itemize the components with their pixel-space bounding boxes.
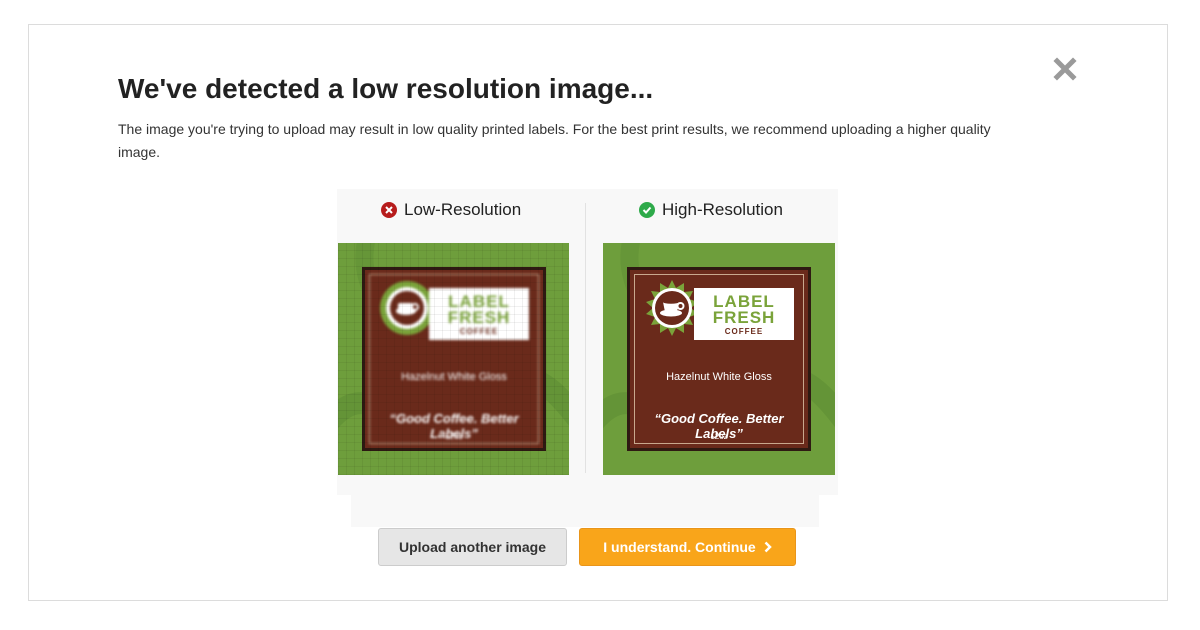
brand-logo-box: LABEL FRESH COFFEE xyxy=(429,288,529,340)
resolution-comparison: Low-Resolution High-Resolution LABEL FRE… xyxy=(337,189,838,495)
low-resolution-label: Low-Resolution xyxy=(404,200,522,219)
high-resolution-heading: High-Resolution xyxy=(639,199,783,221)
high-resolution-preview: LABEL FRESH COFFEE Hazelnut White Gloss … xyxy=(603,243,835,475)
low-resolution-heading: Low-Resolution xyxy=(381,199,521,221)
comparison-footer-shade xyxy=(351,495,819,527)
brand-line-coffee: COFFEE xyxy=(459,327,499,336)
brand-line-fresh: FRESH xyxy=(712,308,776,327)
flavor-text: Hazelnut White Gloss xyxy=(401,371,507,383)
coffee-label-low: LABEL FRESH COFFEE Hazelnut White Gloss … xyxy=(362,267,546,451)
error-circle-icon xyxy=(381,202,397,218)
size-text: 12oz xyxy=(710,432,728,441)
dialog-description: The image you're trying to upload may re… xyxy=(118,121,991,160)
size-text: 12oz xyxy=(445,432,463,441)
comparison-divider xyxy=(585,203,586,473)
upload-another-image-button[interactable]: Upload another image xyxy=(378,528,567,566)
coffee-cup-logo-icon xyxy=(380,281,434,335)
close-icon[interactable] xyxy=(1053,57,1077,81)
dialog-title: We've detected a low resolution image... xyxy=(118,73,654,104)
brand-line-coffee: COFFEE xyxy=(724,327,764,336)
brand-line-fresh: FRESH xyxy=(447,308,511,327)
low-resolution-dialog: We've detected a low resolution image...… xyxy=(28,24,1168,601)
coffee-cup-logo-icon xyxy=(646,280,698,336)
brand-logo-box: LABEL FRESH COFFEE xyxy=(694,288,794,340)
low-resolution-preview: LABEL FRESH COFFEE Hazelnut White Gloss … xyxy=(338,243,569,475)
coffee-label-high: LABEL FRESH COFFEE Hazelnut White Gloss … xyxy=(627,267,811,451)
flavor-text: Hazelnut White Gloss xyxy=(666,371,772,383)
upload-button-label: Upload another image xyxy=(398,539,547,555)
chevron-right-icon xyxy=(764,541,772,553)
high-resolution-label: High-Resolution xyxy=(662,200,783,219)
continue-button-label: I understand. Continue xyxy=(603,539,756,555)
check-circle-icon xyxy=(639,202,655,218)
continue-button[interactable]: I understand. Continue xyxy=(579,528,796,566)
